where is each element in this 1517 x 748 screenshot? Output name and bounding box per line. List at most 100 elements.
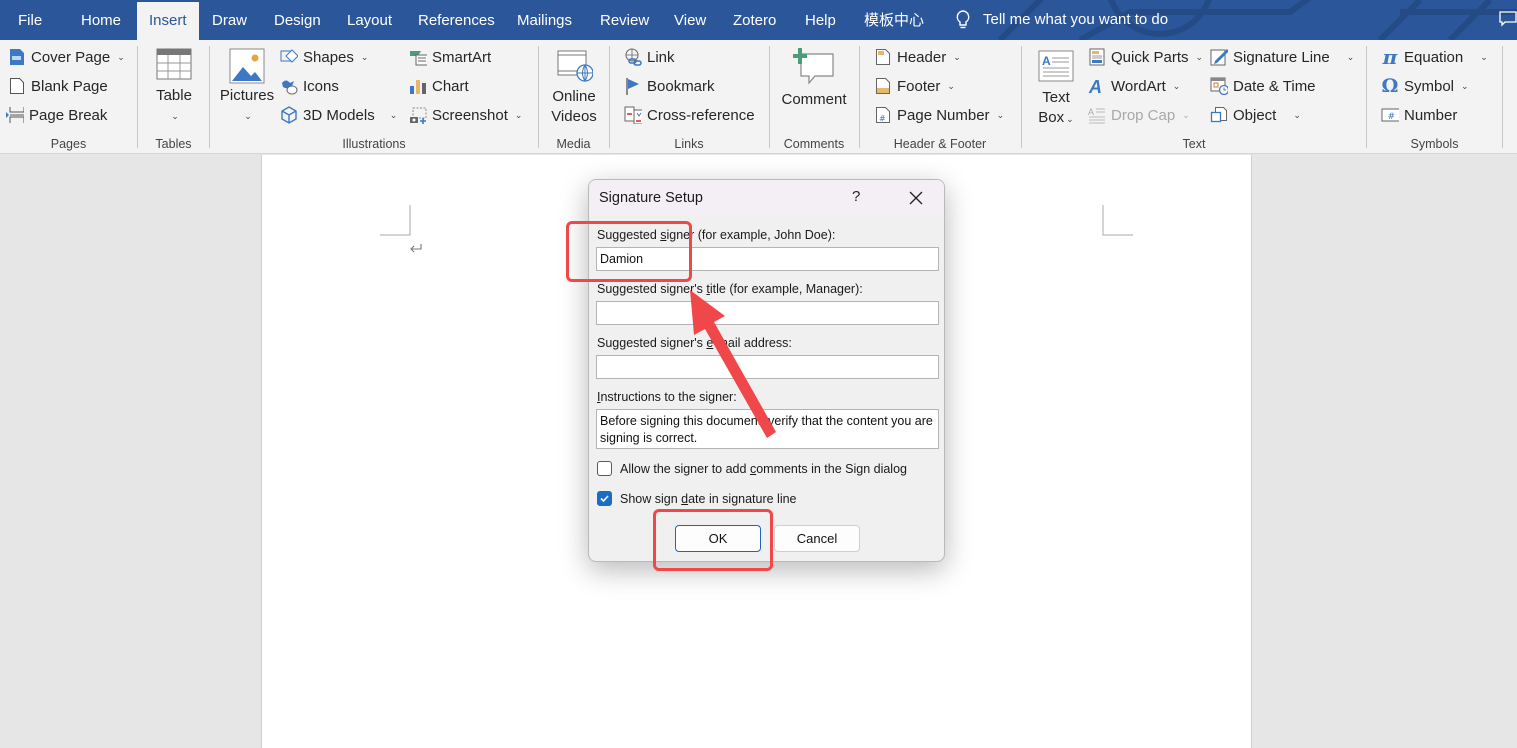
table-icon bbox=[156, 48, 192, 80]
cover-page-button[interactable]: Cover Page ⌄ bbox=[8, 45, 125, 69]
chevron-down-icon: ⌄ bbox=[1172, 80, 1181, 91]
equation-label: Equation bbox=[1404, 48, 1464, 66]
cross-reference-button[interactable]: Cross-reference bbox=[624, 103, 755, 127]
smartart-label: SmartArt bbox=[432, 48, 492, 66]
signer-title-input[interactable] bbox=[596, 301, 939, 325]
show-sign-date-checkbox[interactable] bbox=[597, 491, 612, 506]
text-box-label-1: Text bbox=[1042, 89, 1070, 106]
tab-view[interactable]: View bbox=[662, 0, 718, 40]
chevron-down-icon: ⌄ bbox=[244, 111, 252, 121]
chevron-down-icon: ⌄ bbox=[953, 51, 961, 62]
date-time-label: Date & Time bbox=[1233, 77, 1316, 95]
tab-mailings[interactable]: Mailings bbox=[505, 0, 584, 40]
object-button[interactable]: Object ⌄ bbox=[1210, 103, 1301, 127]
group-divider bbox=[538, 46, 539, 148]
pictures-button[interactable]: Pictures ⌄ bbox=[218, 48, 276, 126]
3d-models-button[interactable]: 3D Models ⌄ bbox=[280, 103, 397, 127]
screenshot-icon bbox=[410, 107, 427, 124]
tab-template-center[interactable]: 模板中心 bbox=[852, 0, 936, 40]
blank-page-button[interactable]: Blank Page bbox=[8, 74, 108, 98]
number-button[interactable]: # Number bbox=[1381, 103, 1457, 127]
online-videos-label-2: Videos bbox=[551, 108, 597, 125]
signer-email-label: Suggested signer's e-mail address: bbox=[597, 336, 792, 350]
drop-cap-icon: A bbox=[1088, 107, 1105, 124]
margin-corner-top-left bbox=[380, 205, 411, 236]
screenshot-button[interactable]: Screenshot ⌄ bbox=[409, 103, 522, 127]
header-button[interactable]: Header ⌄ bbox=[874, 45, 961, 69]
signature-line-button[interactable]: Signature Line ⌄ bbox=[1210, 45, 1354, 69]
wordart-button[interactable]: A WordArt ⌄ bbox=[1088, 74, 1180, 98]
text-box-label-2: Box bbox=[1038, 109, 1065, 126]
tell-me-search[interactable]: Tell me what you want to do bbox=[955, 0, 1168, 40]
ribbon: Cover Page ⌄ Blank Page Page Break Pages … bbox=[0, 40, 1517, 154]
quick-parts-icon bbox=[1089, 48, 1105, 66]
new-comment-icon bbox=[793, 48, 834, 85]
comment-label: Comment bbox=[781, 91, 847, 108]
symbol-button[interactable]: Ω Symbol ⌄ bbox=[1381, 74, 1469, 98]
bookmark-button[interactable]: Bookmark bbox=[624, 74, 715, 98]
tab-references[interactable]: References bbox=[406, 0, 507, 40]
tab-home[interactable]: Home bbox=[69, 0, 133, 40]
tab-design[interactable]: Design bbox=[262, 0, 333, 40]
tell-me-text: Tell me what you want to do bbox=[983, 11, 1169, 28]
link-button[interactable]: Link bbox=[624, 45, 675, 69]
signer-email-input[interactable] bbox=[596, 355, 939, 379]
page-break-button[interactable]: Page Break bbox=[6, 103, 107, 127]
group-divider bbox=[1021, 46, 1022, 148]
comments-icon[interactable] bbox=[1499, 10, 1517, 28]
shapes-label: Shapes bbox=[303, 48, 354, 66]
shapes-icon bbox=[280, 49, 298, 63]
drop-cap-button: A Drop Cap ⌄ bbox=[1088, 103, 1190, 127]
cross-reference-label: Cross-reference bbox=[647, 106, 755, 124]
omega-icon: Ω bbox=[1381, 75, 1399, 97]
help-button[interactable]: ? bbox=[852, 188, 860, 205]
group-label-media: Media bbox=[556, 137, 591, 151]
group-label-header-footer: Header & Footer bbox=[893, 137, 987, 151]
smartart-button[interactable]: SmartArt bbox=[409, 45, 491, 69]
page-number-icon: # bbox=[876, 107, 890, 123]
smartart-icon bbox=[410, 51, 427, 66]
page-number-button[interactable]: # Page Number ⌄ bbox=[874, 103, 1004, 127]
quick-parts-button[interactable]: Quick Parts ⌄ bbox=[1088, 45, 1203, 69]
allow-comments-checkbox[interactable] bbox=[597, 461, 612, 476]
3d-cube-icon bbox=[281, 106, 297, 124]
tab-layout[interactable]: Layout bbox=[335, 0, 404, 40]
footer-button[interactable]: Footer ⌄ bbox=[874, 74, 955, 98]
tab-insert[interactable]: Insert bbox=[137, 2, 199, 40]
tab-review[interactable]: Review bbox=[588, 0, 661, 40]
equation-button[interactable]: π Equation ⌄ bbox=[1381, 45, 1488, 69]
shapes-button[interactable]: Shapes ⌄ bbox=[280, 45, 368, 69]
new-comment-button[interactable]: Comment bbox=[778, 46, 850, 110]
chevron-down-icon: ⌄ bbox=[1293, 109, 1301, 120]
chevron-down-icon: ⌄ bbox=[1461, 80, 1469, 91]
chart-button[interactable]: Chart bbox=[409, 74, 469, 98]
text-box-button[interactable]: A Text Box ⌄ bbox=[1034, 50, 1078, 129]
tab-help[interactable]: Help bbox=[793, 0, 848, 40]
blank-page-label: Blank Page bbox=[31, 77, 108, 95]
signer-title-label: Suggested signer's title (for example, M… bbox=[597, 282, 863, 296]
online-videos-button[interactable]: Online Videos bbox=[546, 48, 602, 127]
tab-zotero[interactable]: Zotero bbox=[721, 0, 788, 40]
chevron-down-icon: ⌄ bbox=[947, 80, 955, 91]
group-divider bbox=[1502, 46, 1503, 148]
icons-button[interactable]: Icons bbox=[280, 74, 339, 98]
instructions-textarea[interactable]: Before signing this document, verify tha… bbox=[596, 409, 939, 449]
chevron-down-icon: ⌄ bbox=[1182, 109, 1190, 120]
group-divider bbox=[137, 46, 138, 148]
chevron-down-icon: ⌄ bbox=[996, 109, 1005, 120]
online-video-icon bbox=[557, 50, 593, 82]
group-divider bbox=[769, 46, 770, 148]
chevron-down-icon: ⌄ bbox=[1480, 51, 1488, 62]
close-icon[interactable] bbox=[907, 189, 925, 207]
table-button[interactable]: Table ⌄ bbox=[148, 48, 200, 126]
group-label-tables: Tables bbox=[155, 137, 192, 151]
chevron-down-icon: ⌄ bbox=[117, 51, 125, 62]
lightbulb-icon bbox=[956, 10, 970, 29]
group-divider bbox=[1366, 46, 1367, 148]
tab-file[interactable]: File bbox=[6, 0, 54, 40]
margin-corner-top-right bbox=[1102, 205, 1133, 236]
tab-draw[interactable]: Draw bbox=[200, 0, 259, 40]
symbol-label: Symbol bbox=[1404, 77, 1455, 95]
date-time-button[interactable]: Date & Time bbox=[1210, 74, 1316, 98]
cancel-button[interactable]: Cancel bbox=[774, 525, 860, 552]
